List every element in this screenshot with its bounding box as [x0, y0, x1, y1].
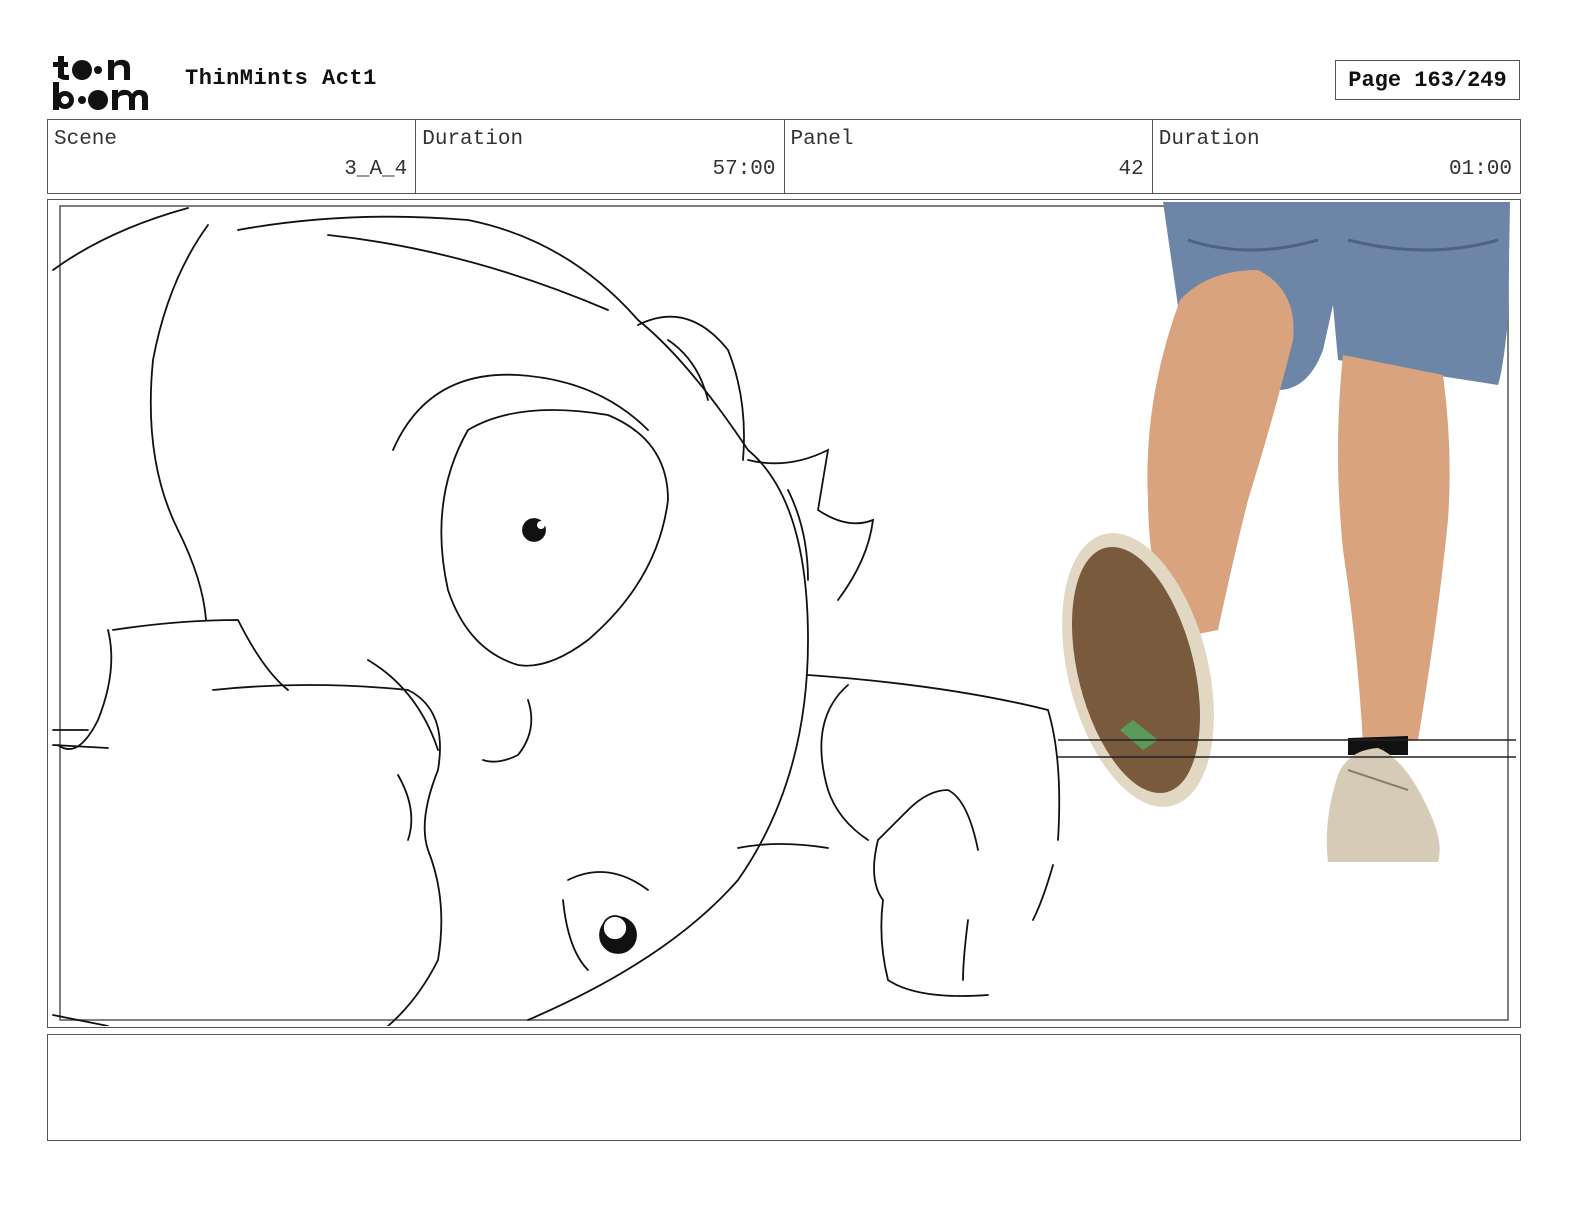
scene-info-bar: Scene 3_A_4 Duration 57:00 Panel 42 Dura… — [47, 119, 1521, 194]
right-shoe — [1326, 748, 1440, 862]
panel-label: Panel — [790, 128, 854, 151]
right-leg — [1338, 355, 1450, 745]
panel-duration-label: Duration — [1158, 128, 1260, 151]
panel-duration-cell: Duration 01:00 — [1153, 120, 1520, 193]
scene-duration-value: 57:00 — [712, 158, 776, 181]
document-title: ThinMints Act1 — [185, 66, 377, 91]
storyboard-panel — [47, 199, 1521, 1028]
scene-duration-label: Duration — [422, 128, 524, 151]
page-indicator: Page 163/249 — [1335, 60, 1520, 100]
scene-duration-cell: Duration 57:00 — [416, 120, 785, 193]
panel-value: 42 — [1118, 158, 1144, 181]
panel-drawing — [52, 202, 1516, 1026]
legs-photo — [1062, 202, 1510, 862]
scene-label: Scene — [54, 128, 118, 151]
panel-cell: Panel 42 — [785, 120, 1153, 193]
character-sketch — [52, 207, 1061, 1026]
scene-cell: Scene 3_A_4 — [48, 120, 417, 193]
toon-boom-logo — [53, 56, 148, 110]
panel-duration-value: 01:00 — [1448, 158, 1512, 181]
caption-box — [47, 1034, 1521, 1141]
scene-value: 3_A_4 — [344, 158, 408, 181]
